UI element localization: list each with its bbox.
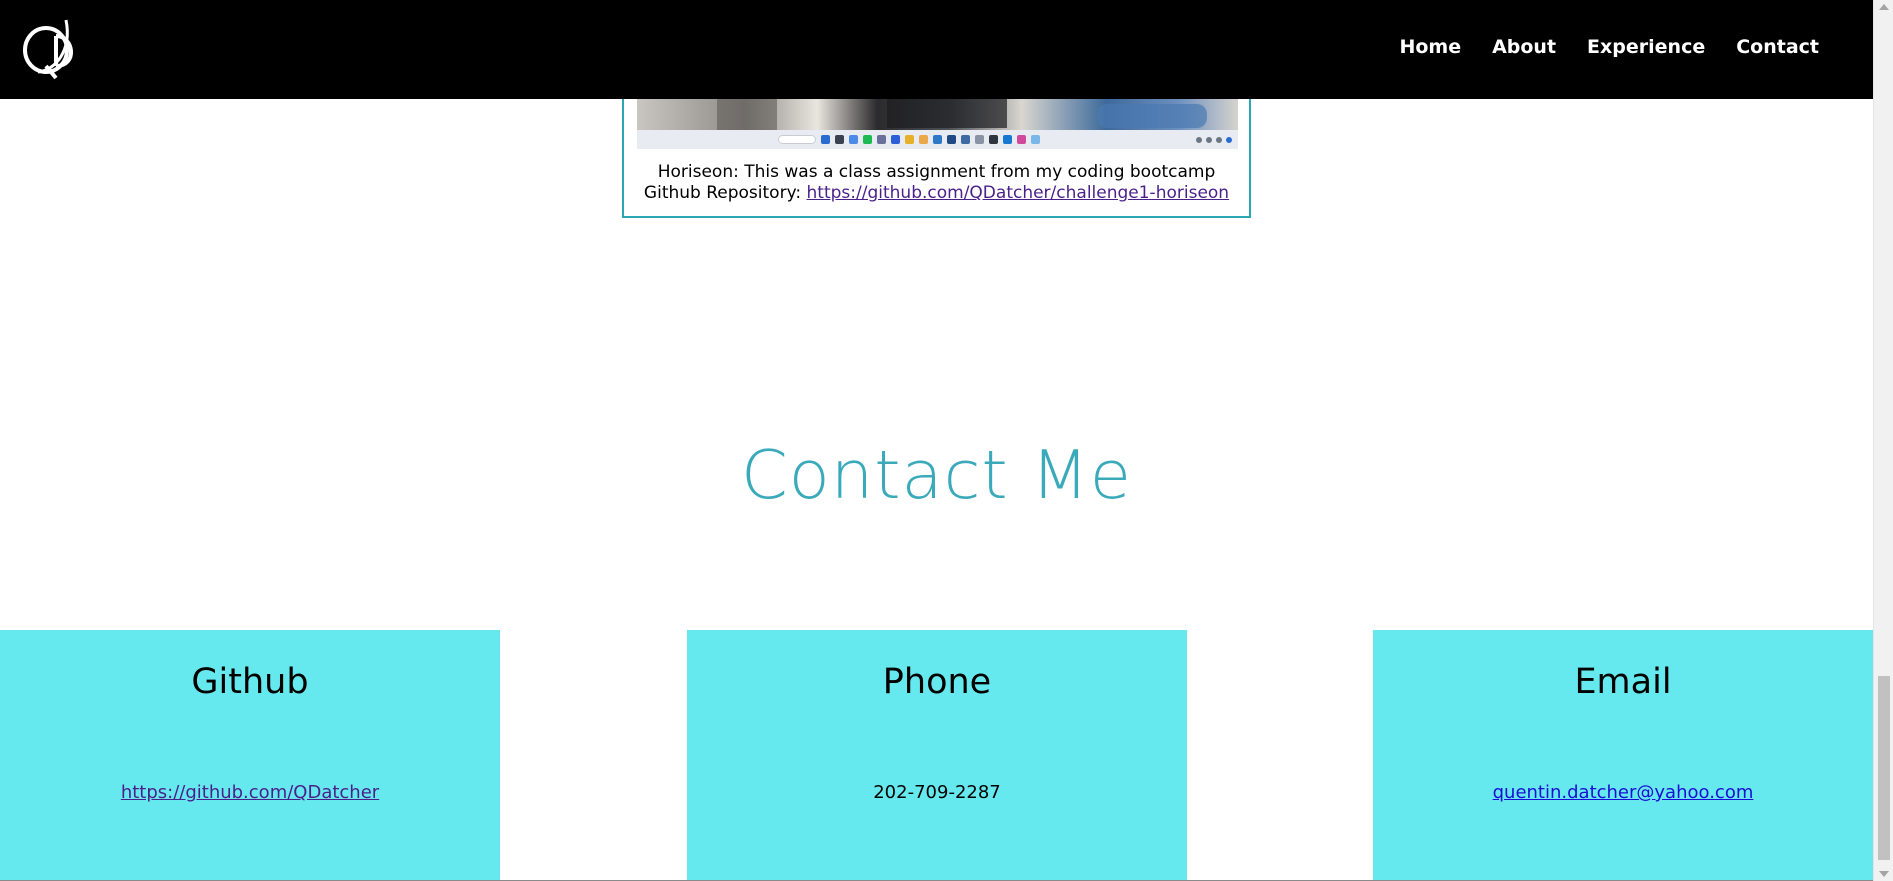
taskbar-app-icon [863, 135, 872, 144]
nav-home-link[interactable]: Home [1399, 36, 1461, 58]
email-card: Email quentin.datcher@yahoo.com [1373, 630, 1873, 881]
contact-heading: Contact Me [741, 436, 1132, 514]
taskbar-app-icon [975, 135, 984, 144]
screenshot-detail [1097, 104, 1207, 128]
taskbar-app-icon [989, 135, 998, 144]
project-description: Horiseon: This was a class assignment fr… [657, 162, 1216, 182]
taskbar-app-icon [1031, 135, 1040, 144]
screenshot-taskbar [637, 130, 1238, 149]
email-link[interactable]: quentin.datcher@yahoo.com [1493, 782, 1754, 803]
taskbar-app-icon [947, 135, 956, 144]
tray-icon [1206, 136, 1212, 143]
scroll-down-arrow-icon[interactable] [1879, 871, 1889, 877]
tray-icon [1226, 136, 1232, 143]
taskbar-app-icon [933, 135, 942, 144]
taskbar-app-icon [835, 135, 844, 144]
qd-logo-icon[interactable]: QD [16, 10, 80, 82]
email-card-value: quentin.datcher@yahoo.com [1373, 782, 1873, 803]
phone-number: 202-709-2287 [873, 782, 1001, 803]
github-card-value: https://github.com/QDatcher [0, 782, 500, 803]
nav-contact-link[interactable]: Contact [1736, 36, 1819, 58]
nav-experience-link[interactable]: Experience [1587, 36, 1705, 58]
project-screenshot [637, 98, 1238, 149]
phone-card-title: Phone [882, 662, 992, 702]
screenshot-detail [887, 98, 1007, 128]
project-caption: Horiseon: This was a class assignment fr… [624, 162, 1249, 204]
repo-label: Github Repository: [643, 183, 807, 203]
taskbar-tray [1196, 136, 1232, 143]
taskbar-app-icon [1003, 135, 1012, 144]
taskbar-app-icon [919, 135, 928, 144]
taskbar-app-icon [905, 135, 914, 144]
taskbar-app-icon [877, 135, 886, 144]
email-card-title: Email [1574, 662, 1672, 702]
tray-icon [1196, 136, 1202, 143]
taskbar-app-icon [849, 135, 858, 144]
scroll-up-arrow-icon[interactable] [1879, 4, 1889, 10]
scroll-thumb[interactable] [1878, 676, 1890, 860]
repo-link[interactable]: https://github.com/QDatcher/challenge1-h… [807, 183, 1230, 203]
taskbar-app-icon [1017, 135, 1026, 144]
taskbar-app-icon [961, 135, 970, 144]
vertical-scrollbar[interactable] [1873, 0, 1893, 881]
tray-icon [1216, 136, 1222, 143]
page-viewport: Horiseon: This was a class assignment fr… [0, 0, 1873, 881]
taskbar-search-icon [778, 135, 816, 144]
taskbar-app-icon [821, 135, 830, 144]
screenshot-detail [717, 98, 777, 130]
nav-links: Home About Experience Contact [1399, 36, 1819, 58]
taskbar-app-icon [891, 135, 900, 144]
project-repo-line: Github Repository: https://github.com/QD… [624, 183, 1249, 204]
phone-card: Phone 202-709-2287 [687, 630, 1187, 881]
top-navbar: QD Home About Experience Contact [0, 0, 1873, 99]
nav-about-link[interactable]: About [1492, 36, 1556, 58]
github-card-title: Github [191, 662, 309, 702]
github-card: Github https://github.com/QDatcher [0, 630, 500, 881]
github-link[interactable]: https://github.com/QDatcher [121, 782, 379, 803]
